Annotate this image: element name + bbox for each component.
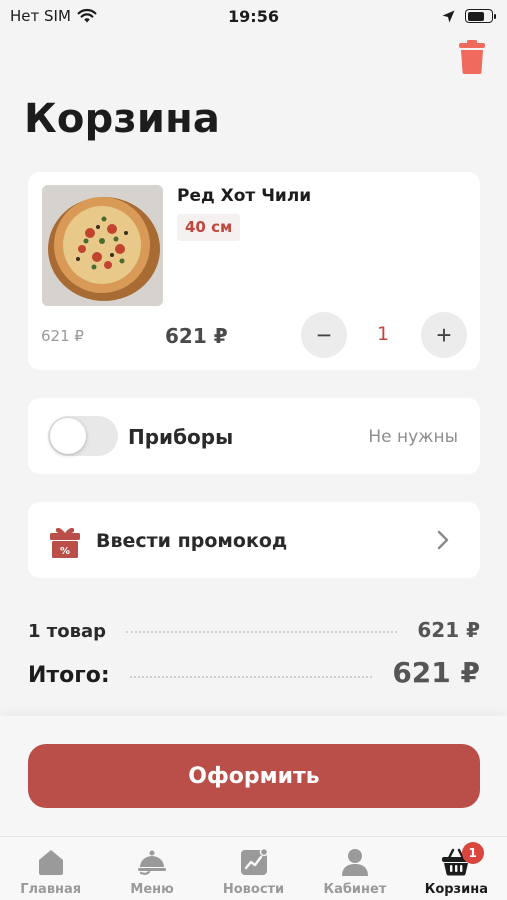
tab-bar: Главная Меню Новости Кабинет 1 Корзина	[0, 836, 507, 900]
size-badge: 40 см	[177, 214, 241, 241]
decrease-quantity-button[interactable]: −	[301, 312, 347, 358]
quantity-value: 1	[376, 323, 390, 345]
page-title: Корзина	[24, 96, 221, 142]
item-base-price: 621 ₽	[41, 327, 84, 345]
tab-label: Корзина	[424, 882, 488, 897]
status-right	[442, 9, 496, 23]
cutlery-value: Не нужны	[368, 427, 458, 447]
increase-quantity-button[interactable]: +	[421, 312, 467, 358]
status-left: Нет SIM	[10, 7, 97, 25]
total-label: Итого:	[28, 663, 110, 688]
tab-home[interactable]: Главная	[0, 837, 101, 900]
cloche-icon	[138, 850, 167, 875]
tab-news[interactable]: Новости	[203, 837, 304, 900]
items-count-value: 621 ₽	[417, 618, 480, 642]
checkout-button[interactable]: Оформить	[28, 744, 480, 808]
dotted-leader	[129, 676, 373, 678]
location-arrow-icon	[442, 10, 455, 22]
battery-icon	[465, 9, 496, 23]
promo-code-button[interactable]: % Ввести промокод	[28, 502, 480, 578]
news-icon	[240, 847, 268, 875]
carrier-label: Нет SIM	[10, 7, 71, 25]
dotted-leader	[126, 631, 398, 633]
cutlery-label: Приборы	[128, 425, 234, 449]
wifi-icon	[77, 8, 97, 23]
tab-label: Главная	[20, 882, 82, 897]
svg-text:%: %	[60, 546, 70, 557]
items-count-label: 1 товар	[28, 621, 107, 642]
tab-label: Кабинет	[323, 882, 387, 897]
items-count-row: 1 товар 621 ₽	[28, 618, 480, 642]
item-price: 621 ₽	[165, 324, 228, 348]
tab-cart[interactable]: 1 Корзина	[406, 837, 507, 900]
item-name: Ред Хот Чили	[177, 186, 312, 206]
trash-icon	[459, 40, 485, 74]
cart-count-badge: 1	[461, 842, 484, 864]
gift-icon: %	[50, 527, 80, 558]
tab-label: Меню	[130, 882, 174, 897]
pizza-image	[42, 185, 163, 306]
promo-label: Ввести промокод	[96, 530, 288, 552]
tab-label: Новости	[222, 882, 285, 897]
tab-account[interactable]: Кабинет	[304, 837, 405, 900]
total-value: 621 ₽	[392, 656, 480, 689]
cutlery-card: Приборы Не нужны	[28, 398, 480, 474]
chevron-right-icon	[437, 530, 449, 550]
toggle-knob	[50, 418, 86, 454]
home-icon	[38, 850, 63, 875]
status-bar: Нет SIM 19:56	[0, 0, 507, 32]
cutlery-toggle[interactable]	[48, 416, 118, 456]
cart-item-card: Ред Хот Чили 40 см 621 ₽ 621 ₽ − 1 +	[28, 172, 480, 370]
user-icon	[341, 849, 368, 876]
total-row: Итого: 621 ₽	[28, 656, 480, 689]
clear-cart-button[interactable]	[459, 40, 485, 74]
tab-menu[interactable]: Меню	[101, 837, 202, 900]
